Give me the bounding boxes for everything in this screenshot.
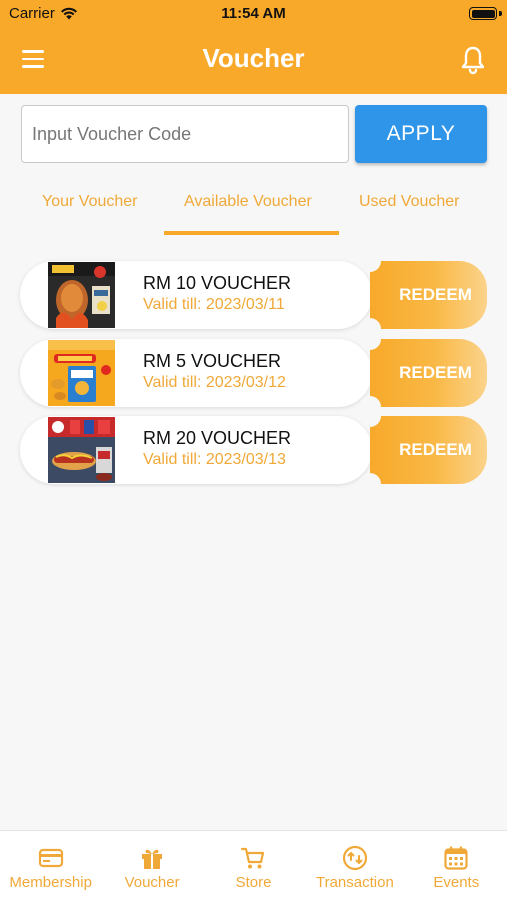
voucher-card[interactable]: RM 10 VOUCHER Valid till: 2023/03/11 bbox=[20, 261, 372, 329]
gift-icon bbox=[142, 849, 163, 869]
redeem-button[interactable]: REDEEM bbox=[370, 261, 487, 329]
battery-icon bbox=[469, 7, 497, 20]
fish-nuggets-promo-image bbox=[48, 340, 115, 406]
bottom-navigation: Membership Voucher Store Transaction Eve… bbox=[0, 830, 507, 900]
ticket-notch bbox=[359, 250, 381, 272]
redeem-button[interactable]: REDEEM bbox=[370, 339, 487, 407]
voucher-tabs: Your Voucher Available Voucher Used Vouc… bbox=[0, 185, 507, 235]
status-bar: Carrier 11:54 AM bbox=[0, 0, 507, 28]
bell-icon bbox=[461, 46, 485, 75]
ticket-notch bbox=[359, 328, 381, 350]
tab-your-voucher[interactable]: Your Voucher bbox=[42, 193, 137, 211]
ticket-notch bbox=[359, 473, 381, 495]
calendar-icon bbox=[444, 846, 468, 870]
voucher-title: RM 20 VOUCHER bbox=[143, 428, 292, 448]
redeem-button[interactable]: REDEEM bbox=[370, 416, 487, 484]
nav-label: Transaction bbox=[315, 874, 394, 891]
nav-label: Events bbox=[433, 874, 480, 891]
voucher-validity: Valid till: 2023/03/13 bbox=[143, 451, 286, 468]
membership-card-icon bbox=[38, 848, 63, 868]
active-tab-indicator bbox=[164, 231, 339, 235]
page-title: Voucher bbox=[202, 43, 305, 73]
nav-label: Voucher bbox=[124, 874, 180, 891]
nav-store[interactable]: Store bbox=[203, 831, 304, 900]
battery-cap bbox=[499, 11, 502, 16]
ticket-notch bbox=[359, 405, 381, 427]
voucher-item: RM 5 VOUCHER Valid till: 2023/03/12 REDE… bbox=[20, 328, 487, 418]
nav-label: Store bbox=[235, 874, 272, 891]
tab-used-voucher[interactable]: Used Voucher bbox=[359, 193, 460, 211]
status-time: 11:54 AM bbox=[221, 5, 286, 22]
hotdog-sausage-promo-image bbox=[48, 417, 115, 483]
voucher-card[interactable]: RM 20 VOUCHER Valid till: 2023/03/13 bbox=[20, 416, 372, 484]
tab-available-voucher[interactable]: Available Voucher bbox=[184, 193, 312, 211]
voucher-title: RM 10 VOUCHER bbox=[143, 273, 292, 293]
voucher-validity: Valid till: 2023/03/12 bbox=[143, 374, 286, 391]
voucher-title: RM 5 VOUCHER bbox=[143, 351, 282, 371]
voucher-item: RM 20 VOUCHER Valid till: 2023/03/13 RED… bbox=[20, 405, 487, 495]
nav-voucher[interactable]: Voucher bbox=[101, 831, 202, 900]
apply-button[interactable]: APPLY bbox=[355, 105, 487, 163]
notification-button[interactable] bbox=[459, 45, 487, 75]
transaction-icon bbox=[342, 845, 367, 871]
nav-transaction[interactable]: Transaction bbox=[304, 831, 405, 900]
nav-events[interactable]: Events bbox=[406, 831, 507, 900]
voucher-validity: Valid till: 2023/03/11 bbox=[143, 296, 285, 313]
app-header: Carrier 11:54 AM Voucher bbox=[0, 0, 507, 94]
voucher-code-input[interactable] bbox=[21, 105, 349, 163]
voucher-item: RM 10 VOUCHER Valid till: 2023/03/11 RED… bbox=[20, 250, 487, 340]
roast-duck-promo-image bbox=[48, 262, 115, 328]
nav-label: Membership bbox=[9, 874, 92, 891]
voucher-card[interactable]: RM 5 VOUCHER Valid till: 2023/03/12 bbox=[20, 339, 372, 407]
nav-membership[interactable]: Membership bbox=[0, 831, 101, 900]
cart-icon bbox=[241, 847, 265, 869]
